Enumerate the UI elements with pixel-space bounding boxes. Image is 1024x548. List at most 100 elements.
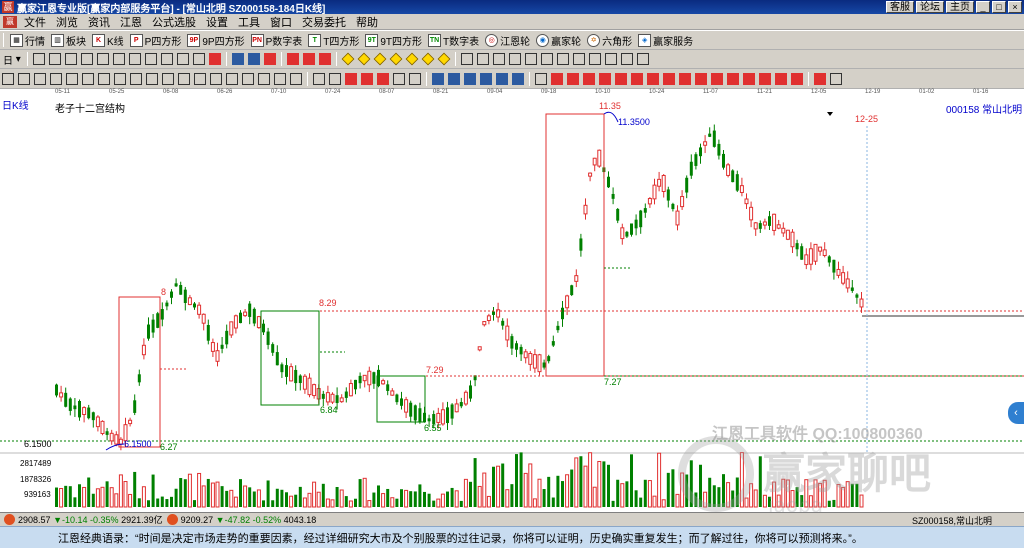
drawing-tool-icon[interactable] xyxy=(636,53,649,65)
menu-file[interactable]: 文件 xyxy=(19,14,51,30)
analysis-tool-icon[interactable] xyxy=(210,72,222,85)
analysis-tool-icon[interactable] xyxy=(663,72,675,85)
drawing-tool-icon[interactable] xyxy=(160,53,173,65)
analysis-tool-icon[interactable] xyxy=(679,72,691,85)
toolbar-winner-service-button[interactable]: ◈ 赢家服务 xyxy=(635,33,696,48)
menu-trade[interactable]: 交易委托 xyxy=(297,14,351,30)
drawing-tool-icon[interactable] xyxy=(588,53,601,65)
analysis-tool-icon[interactable] xyxy=(535,72,547,85)
analysis-tool-icon[interactable] xyxy=(496,72,508,85)
analysis-tool-icon[interactable] xyxy=(2,72,14,85)
drawing-tool-icon[interactable] xyxy=(144,53,157,65)
analysis-tool-icon[interactable] xyxy=(242,72,254,85)
toolbar-t-square-button[interactable]: T T四方形 xyxy=(305,33,362,48)
analysis-tool-icon[interactable] xyxy=(615,72,627,85)
drawing-tool-icon[interactable] xyxy=(508,53,521,65)
analysis-tool-icon[interactable] xyxy=(82,72,94,85)
analysis-tool-icon[interactable] xyxy=(409,72,421,85)
period-selector[interactable]: 日 ▾ xyxy=(0,52,24,67)
analysis-tool-icon[interactable] xyxy=(34,72,46,85)
analysis-tool-icon[interactable] xyxy=(759,72,771,85)
menu-tools[interactable]: 工具 xyxy=(233,14,265,30)
drawing-tool-icon[interactable] xyxy=(48,53,61,65)
drawing-tool-icon[interactable] xyxy=(231,53,244,65)
drawing-tool-icon[interactable] xyxy=(112,53,125,65)
drawing-tool-icon[interactable] xyxy=(96,53,109,65)
analysis-tool-icon[interactable] xyxy=(146,72,158,85)
drawing-tool-icon[interactable] xyxy=(389,52,403,66)
drawing-tool-icon[interactable] xyxy=(492,53,505,65)
analysis-tool-icon[interactable] xyxy=(631,72,643,85)
analysis-tool-icon[interactable] xyxy=(480,72,492,85)
drawing-tool-icon[interactable] xyxy=(556,53,569,65)
analysis-tool-icon[interactable] xyxy=(290,72,302,85)
drawing-tool-icon[interactable] xyxy=(80,53,93,65)
analysis-tool-icon[interactable] xyxy=(98,72,110,85)
analysis-tool-icon[interactable] xyxy=(791,72,803,85)
analysis-tool-icon[interactable] xyxy=(114,72,126,85)
drawing-tool-icon[interactable] xyxy=(318,53,331,65)
analysis-tool-icon[interactable] xyxy=(345,72,357,85)
sh-index-value[interactable]: 2908.57 xyxy=(18,515,51,525)
minimize-button[interactable]: _ xyxy=(976,1,990,13)
analysis-tool-icon[interactable] xyxy=(178,72,190,85)
analysis-tool-icon[interactable] xyxy=(464,72,476,85)
analysis-tool-icon[interactable] xyxy=(711,72,723,85)
drawing-tool-icon[interactable] xyxy=(357,52,371,66)
analysis-tool-icon[interactable] xyxy=(162,72,174,85)
menu-settings[interactable]: 设置 xyxy=(201,14,233,30)
drawing-tool-icon[interactable] xyxy=(302,53,315,65)
sz-index-value[interactable]: 9209.27 xyxy=(181,515,214,525)
close-button[interactable]: × xyxy=(1008,1,1022,13)
analysis-tool-icon[interactable] xyxy=(775,72,787,85)
drawing-tool-icon[interactable] xyxy=(460,53,473,65)
analysis-tool-icon[interactable] xyxy=(66,72,78,85)
customer-service-link[interactable]: 客服 xyxy=(886,1,914,13)
drawing-tool-icon[interactable] xyxy=(373,52,387,66)
menu-window[interactable]: 窗口 xyxy=(265,14,297,30)
analysis-tool-icon[interactable] xyxy=(393,72,405,85)
drawing-tool-icon[interactable] xyxy=(572,53,585,65)
analysis-tool-icon[interactable] xyxy=(551,72,563,85)
analysis-tool-icon[interactable] xyxy=(695,72,707,85)
forum-link[interactable]: 论坛 xyxy=(916,1,944,13)
drawing-tool-icon[interactable] xyxy=(64,53,77,65)
toolbar-kline-button[interactable]: K K线 xyxy=(89,33,127,48)
toolbar-sectors-button[interactable]: ▥ 板块 xyxy=(48,33,89,48)
drawing-tool-icon[interactable] xyxy=(476,53,489,65)
analysis-tool-icon[interactable] xyxy=(743,72,755,85)
toolbar-p-square-button[interactable]: P P四方形 xyxy=(127,33,185,48)
menu-help[interactable]: 帮助 xyxy=(351,14,383,30)
analysis-tool-icon[interactable] xyxy=(274,72,286,85)
analysis-tool-icon[interactable] xyxy=(727,72,739,85)
analysis-tool-icon[interactable] xyxy=(194,72,206,85)
toolbar-9p-square-button[interactable]: 9P 9P四方形 xyxy=(184,33,247,48)
toolbar-hexagon-button[interactable]: ✡ 六角形 xyxy=(584,33,635,48)
drawing-tool-icon[interactable] xyxy=(286,53,299,65)
toolbar-winner-wheel-button[interactable]: ◉ 赢家轮 xyxy=(533,33,584,48)
toolbar-p-number-button[interactable]: PN P数字表 xyxy=(248,33,306,48)
menu-formula-screening[interactable]: 公式选股 xyxy=(147,14,201,30)
analysis-tool-icon[interactable] xyxy=(361,72,373,85)
drawing-tool-icon[interactable] xyxy=(341,52,355,66)
drawing-tool-icon[interactable] xyxy=(421,52,435,66)
drawing-tool-icon[interactable] xyxy=(524,53,537,65)
analysis-tool-icon[interactable] xyxy=(432,72,444,85)
analysis-tool-icon[interactable] xyxy=(377,72,389,85)
drawing-tool-icon[interactable] xyxy=(128,53,141,65)
homepage-link[interactable]: 主页 xyxy=(946,1,974,13)
side-scroll-button[interactable]: ‹ xyxy=(1008,402,1024,424)
drawing-tool-icon[interactable] xyxy=(405,52,419,66)
drawing-tool-icon[interactable] xyxy=(437,52,451,66)
drawing-tool-icon[interactable] xyxy=(263,53,276,65)
analysis-tool-icon[interactable] xyxy=(512,72,524,85)
drawing-tool-icon[interactable] xyxy=(208,53,221,65)
menu-logo-icon[interactable]: 赢 xyxy=(3,15,17,28)
analysis-tool-icon[interactable] xyxy=(226,72,238,85)
menu-gann[interactable]: 江恩 xyxy=(115,14,147,30)
drawing-tool-icon[interactable] xyxy=(176,53,189,65)
maximize-button[interactable]: □ xyxy=(992,1,1006,13)
toolbar-t-number-button[interactable]: TN T数字表 xyxy=(425,33,482,48)
analysis-tool-icon[interactable] xyxy=(329,72,341,85)
analysis-tool-icon[interactable] xyxy=(599,72,611,85)
